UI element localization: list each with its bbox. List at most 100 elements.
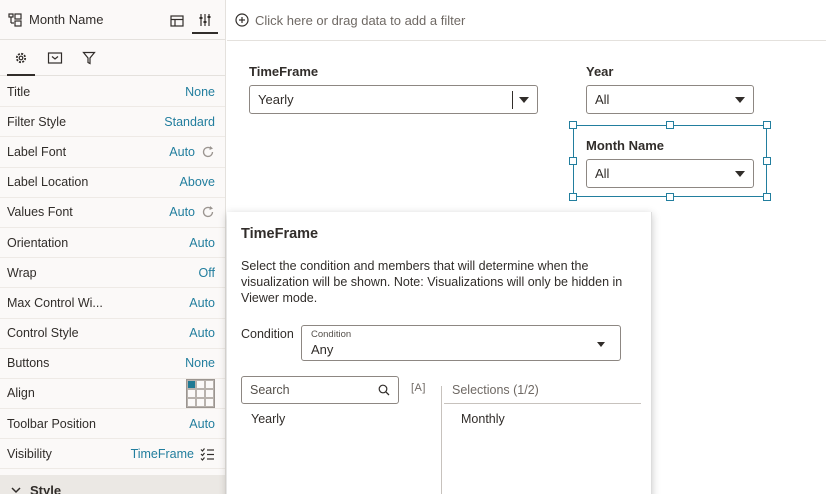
- month-name-select[interactable]: All: [586, 159, 754, 188]
- prop-buttons[interactable]: Buttons None: [0, 349, 225, 379]
- prop-max-control-width[interactable]: Max Control Wi... Auto: [0, 288, 225, 319]
- condition-value: Any: [311, 342, 334, 357]
- popup-description: Select the condition and members that wi…: [241, 259, 623, 305]
- list-item[interactable]: Yearly: [251, 412, 285, 426]
- condition-floating-label: Condition: [311, 329, 352, 340]
- prop-value-wrap: Auto: [169, 205, 215, 219]
- case-sensitive-toggle[interactable]: [A]: [411, 382, 426, 394]
- reset-icon[interactable]: [201, 205, 215, 219]
- align-cell[interactable]: [205, 379, 214, 389]
- prop-value[interactable]: Auto: [189, 417, 215, 431]
- prop-label-location[interactable]: Label Location Above: [0, 168, 225, 198]
- prop-value[interactable]: None: [185, 356, 215, 370]
- prop-label: Wrap: [7, 265, 37, 280]
- inbox-icon: [47, 51, 63, 64]
- data-panel-button[interactable]: [164, 8, 190, 34]
- prop-label: Toolbar Position: [7, 416, 96, 431]
- prop-value[interactable]: Auto: [189, 296, 215, 310]
- prop-label: Values Font: [7, 205, 73, 220]
- prop-wrap[interactable]: Wrap Off: [0, 258, 225, 289]
- year-select[interactable]: All: [586, 85, 754, 114]
- prop-orientation[interactable]: Orientation Auto: [0, 228, 225, 259]
- tab-general[interactable]: [6, 43, 36, 76]
- align-cell[interactable]: [196, 388, 205, 398]
- checklist-icon[interactable]: [200, 447, 215, 461]
- properties-button[interactable]: [192, 8, 218, 34]
- caret-down-icon: [519, 97, 529, 103]
- select-divider: [512, 91, 513, 109]
- resize-handle[interactable]: [569, 193, 577, 201]
- align-cell[interactable]: [187, 388, 196, 398]
- prop-value[interactable]: Standard: [164, 115, 215, 129]
- gear-icon: [15, 52, 27, 63]
- filter-bar-placeholder: Click here or drag data to add a filter: [255, 12, 466, 28]
- filter-control-icon: [8, 12, 22, 27]
- condition-select[interactable]: Condition Any: [301, 325, 621, 361]
- timeframe-select[interactable]: Yearly: [249, 85, 538, 114]
- align-cell[interactable]: [205, 388, 214, 398]
- month-name-label: Month Name: [586, 138, 664, 153]
- resize-handle[interactable]: [763, 157, 771, 165]
- align-cell[interactable]: [187, 379, 196, 389]
- prop-toolbar-position[interactable]: Toolbar Position Auto: [0, 409, 225, 440]
- prop-value[interactable]: Auto: [189, 236, 215, 250]
- prop-value[interactable]: TimeFrame: [131, 447, 194, 461]
- style-section-header[interactable]: Style: [0, 475, 225, 494]
- prop-label: Title: [7, 84, 31, 99]
- search-input[interactable]: Search: [241, 376, 399, 404]
- resize-handle[interactable]: [763, 121, 771, 129]
- year-value: All: [595, 92, 610, 107]
- caret-down-icon: [735, 97, 745, 103]
- search-icon: [378, 384, 390, 396]
- month-name-value: All: [595, 166, 610, 181]
- prop-label: Orientation: [7, 235, 69, 250]
- funnel-icon: [82, 51, 96, 64]
- resize-handle[interactable]: [569, 157, 577, 165]
- selected-list-item[interactable]: Monthly: [461, 412, 505, 426]
- align-grid[interactable]: [186, 378, 215, 408]
- prop-value[interactable]: Auto: [169, 145, 195, 159]
- align-cell[interactable]: [187, 397, 196, 407]
- prop-values-font[interactable]: Values Font Auto: [0, 198, 225, 228]
- prop-label: Label Font: [7, 144, 67, 159]
- tab-filters[interactable]: [74, 43, 104, 73]
- style-section-label: Style: [30, 482, 62, 494]
- properties-panel: Month Name Title None Filter Style Stand…: [0, 0, 226, 494]
- chevron-down-icon: [11, 487, 21, 494]
- resize-handle[interactable]: [666, 193, 674, 201]
- prop-value[interactable]: Above: [180, 175, 215, 189]
- list-divider: [441, 386, 442, 494]
- resize-handle[interactable]: [569, 121, 577, 129]
- visibility-popup: TimeFrame Select the condition and membe…: [227, 212, 652, 494]
- caret-down-icon: [735, 171, 745, 177]
- popup-title: TimeFrame: [241, 226, 319, 242]
- prop-title[interactable]: Title None: [0, 77, 225, 108]
- prop-label: Filter Style: [7, 114, 67, 129]
- prop-value[interactable]: Off: [199, 266, 215, 280]
- resize-handle[interactable]: [763, 193, 771, 201]
- reset-icon[interactable]: [201, 145, 215, 159]
- align-cell[interactable]: [196, 379, 205, 389]
- prop-value[interactable]: None: [185, 85, 215, 99]
- prop-label-font[interactable]: Label Font Auto: [0, 137, 225, 168]
- selections-header: Selections (1/2): [452, 383, 539, 397]
- panel-header: Month Name: [0, 0, 225, 40]
- property-tabs: [0, 40, 225, 76]
- align-cell[interactable]: [196, 397, 205, 407]
- tab-actions[interactable]: [40, 43, 70, 73]
- add-circle-icon: [235, 13, 249, 27]
- prop-value-wrap: Auto: [169, 145, 215, 159]
- filter-bar[interactable]: Click here or drag data to add a filter: [227, 0, 826, 41]
- resize-handle[interactable]: [666, 121, 674, 129]
- prop-value[interactable]: Auto: [169, 205, 195, 219]
- prop-align[interactable]: Align: [0, 378, 225, 410]
- prop-value[interactable]: Auto: [189, 326, 215, 340]
- prop-label: Max Control Wi...: [7, 295, 103, 310]
- condition-label: Condition: [241, 327, 294, 341]
- property-list: Title None Filter Style Standard Label F…: [0, 77, 225, 470]
- align-cell[interactable]: [205, 397, 214, 407]
- prop-filter-style[interactable]: Filter Style Standard: [0, 107, 225, 138]
- prop-control-style[interactable]: Control Style Auto: [0, 319, 225, 349]
- selections-underline: [444, 403, 641, 404]
- prop-visibility[interactable]: Visibility TimeFrame: [0, 439, 225, 470]
